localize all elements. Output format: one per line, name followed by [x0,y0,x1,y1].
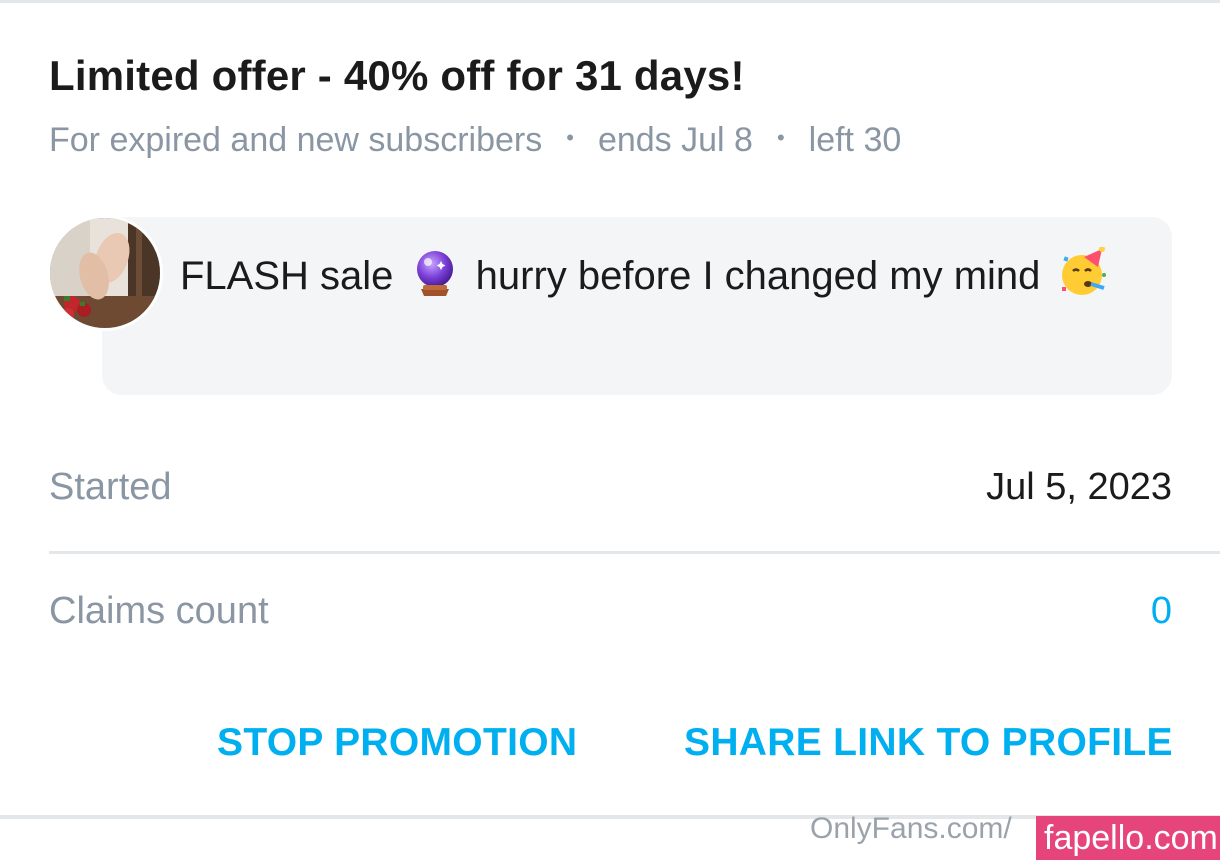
offer-audience: For expired and new subscribers [49,121,543,159]
started-value: Jul 5, 2023 [986,466,1172,508]
claims-row: Claims count 0 [49,590,1172,633]
fapello-watermark: fapello.com [1036,816,1220,860]
message-text-part1: FLASH sale [180,254,394,298]
avatar-image [50,218,160,328]
avatar[interactable] [47,215,163,331]
meta-separator: • [776,124,785,150]
claims-label: Claims count [49,590,269,632]
message-text-part2: hurry before I changed my mind [475,254,1041,298]
meta-separator: • [566,124,574,150]
partying-face-icon [1058,246,1110,299]
share-link-button[interactable]: SHARE LINK TO PROFILE [684,721,1173,765]
onlyfans-watermark: OnlyFans.com/ [810,812,1012,845]
row-divider [49,551,1220,554]
offer-left: left 30 [808,121,902,159]
offer-title: Limited offer - 40% off for 31 days! [49,52,745,99]
started-label: Started [49,466,172,508]
crystal-ball-icon [413,248,457,296]
offer-ends: ends Jul 8 [597,121,753,159]
top-divider [0,0,1220,3]
offer-meta: For expired and new subscribers • ends J… [49,121,901,160]
started-row: Started Jul 5, 2023 [49,466,1172,509]
message-text: FLASH sale hurry before I changed my min… [180,240,1140,312]
stop-promotion-button[interactable]: STOP PROMOTION [217,721,577,765]
claims-count-link[interactable]: 0 [1151,590,1172,633]
